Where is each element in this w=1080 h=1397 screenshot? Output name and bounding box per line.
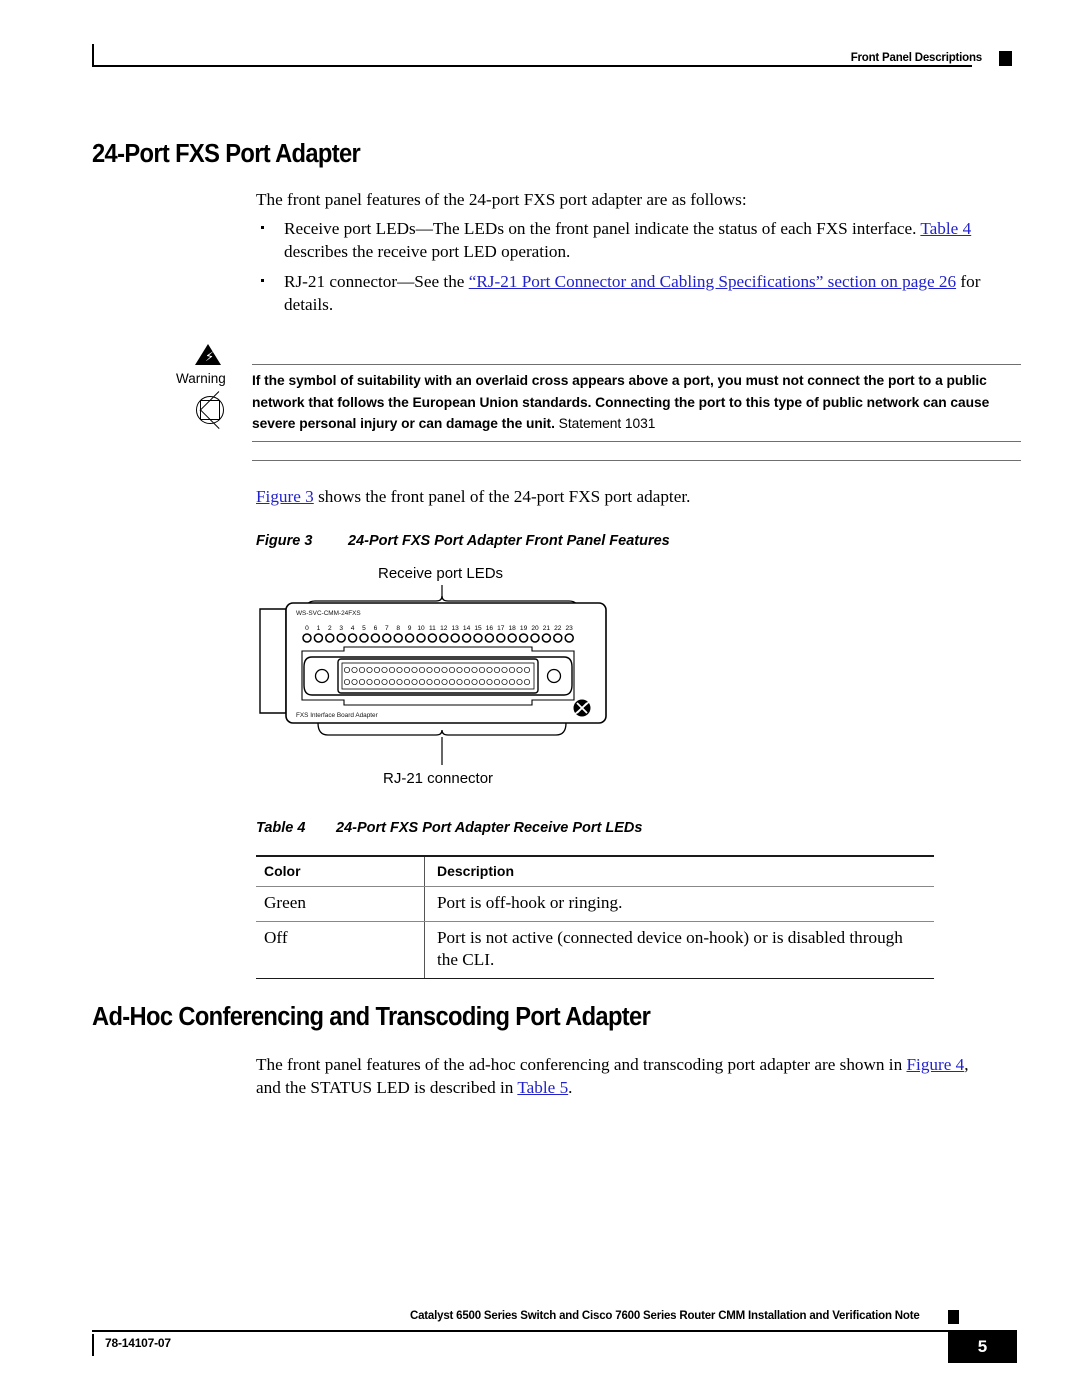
warning-rule-bottom (252, 460, 1021, 462)
page-title-fxs: 24-Port FXS Port Adapter (92, 140, 361, 168)
intro-paragraph: The front panel features of the 24-port … (256, 190, 747, 209)
table-caption: Table 4 24-Port FXS Port Adapter Receive … (256, 820, 642, 836)
warning-block: ⚡ Warning If the symbol of suitability w… (176, 342, 1021, 462)
figure-reference-paragraph: Figure 3 shows the front panel of the 24… (256, 485, 996, 508)
svg-text:16: 16 (486, 625, 494, 632)
column-header-color: Color (256, 855, 425, 887)
receive-port-leds-table: Color Description Green Port is off-hook… (256, 855, 934, 979)
svg-text:20: 20 (531, 625, 539, 632)
svg-text:WS-SVC-CMM-24FXS: WS-SVC-CMM-24FXS (296, 610, 361, 617)
warning-statement: Statement 1031 (558, 416, 656, 431)
warning-label: Warning (176, 371, 226, 386)
warning-rule-middle (252, 441, 1021, 443)
svg-text:14: 14 (463, 625, 471, 632)
svg-text:3: 3 (339, 625, 343, 632)
header-section-title: Front Panel Descriptions (850, 52, 983, 64)
svg-text:4: 4 (351, 625, 355, 632)
svg-text:19: 19 (520, 625, 528, 632)
svg-text:22: 22 (554, 625, 562, 632)
cell-color: Off (256, 921, 425, 979)
list-item: Receive port LEDs—The LEDs on the front … (261, 217, 1014, 263)
adhoc-paragraph: The front panel features of the ad-hoc c… (256, 1053, 996, 1099)
table-row: Green Port is off-hook or ringing. (256, 886, 934, 922)
figure-reference-text: shows the front panel of the 24-port FXS… (313, 487, 691, 506)
svg-text:18: 18 (509, 625, 517, 632)
svg-text:0: 0 (305, 625, 309, 632)
svg-text:21: 21 (543, 625, 551, 632)
svg-text:11: 11 (429, 625, 436, 632)
bullet-text-before: Receive port LEDs—The LEDs on the front … (284, 219, 921, 238)
link-rj21-section[interactable]: “RJ-21 Port Connector and Cabling Specif… (469, 272, 956, 291)
adhoc-text-before: The front panel features of the ad-hoc c… (256, 1055, 907, 1074)
table-row: Off Port is not active (connected device… (256, 921, 934, 979)
footer-document-title: Catalyst 6500 Series Switch and Cisco 76… (410, 1310, 920, 1322)
page-title-adhoc: Ad-Hoc Conferencing and Transcoding Port… (92, 1003, 651, 1031)
bullet-text-before: RJ-21 connector—See the (284, 272, 469, 291)
figure-front-panel-diagram: Receive port LEDs RJ-21 connector 98289 … (256, 565, 716, 795)
figure-caption-title: 24-Port FXS Port Adapter Front Panel Fea… (348, 533, 670, 549)
cell-description: Port is not active (connected device on-… (424, 921, 934, 979)
page-header: Front Panel Descriptions (92, 44, 1012, 74)
link-table-4[interactable]: Table 4 (920, 219, 971, 238)
table-header-row: Color Description (256, 855, 934, 887)
lightning-bolt-icon: ⚡ (205, 350, 215, 365)
footer-rule (92, 1330, 950, 1332)
page-footer: Catalyst 6500 Series Switch and Cisco 76… (92, 1310, 1017, 1370)
svg-text:FXS Interface Board Adapter: FXS Interface Board Adapter (296, 712, 379, 719)
panel-crossed-circle-icon (573, 699, 591, 717)
link-figure-3[interactable]: Figure 3 (256, 487, 314, 506)
bullet-marker (261, 226, 264, 229)
svg-text:10: 10 (417, 625, 425, 632)
cell-color: Green (256, 886, 425, 922)
column-header-description: Description (424, 855, 934, 887)
link-figure-4[interactable]: Figure 4 (906, 1055, 964, 1074)
figure-caption-number: Figure 3 (256, 533, 313, 549)
svg-text:6: 6 (374, 625, 378, 632)
front-panel-svg: WS-SVC-CMM-24FXS FXS Interface Board Ada… (259, 585, 607, 765)
svg-text:13: 13 (452, 625, 460, 632)
svg-text:8: 8 (396, 625, 400, 632)
header-square-marker (999, 51, 1012, 66)
header-crop-mark (92, 44, 94, 66)
list-item: RJ-21 connector—See the “RJ-21 Port Conn… (261, 270, 1014, 316)
header-rule (92, 65, 972, 67)
warning-rule-top (252, 364, 1021, 366)
cell-description: Port is off-hook or ringing. (424, 886, 934, 922)
svg-text:7: 7 (385, 625, 389, 632)
table-caption-title: 24-Port FXS Port Adapter Receive Port LE… (336, 820, 643, 836)
document-page: Front Panel Descriptions 24-Port FXS Por… (0, 0, 1080, 1397)
svg-text:5: 5 (362, 625, 366, 632)
footer-document-number: 78-14107-07 (105, 1336, 171, 1350)
svg-text:2: 2 (328, 625, 332, 632)
svg-text:12: 12 (440, 625, 448, 632)
figure-caption: Figure 3 24-Port FXS Port Adapter Front P… (256, 533, 670, 549)
svg-text:17: 17 (497, 625, 505, 632)
bullet-marker (261, 279, 264, 282)
bullet-text-after: describes the receive port LED operation… (284, 242, 571, 261)
svg-text:9: 9 (408, 625, 412, 632)
warning-text: If the symbol of suitability with an ove… (252, 370, 1022, 435)
footer-crop-mark (92, 1334, 94, 1356)
page-number: 5 (948, 1330, 1017, 1363)
footer-square-marker (948, 1310, 959, 1324)
link-table-5[interactable]: Table 5 (517, 1078, 568, 1097)
crossed-circle-icon (196, 391, 224, 430)
svg-text:1: 1 (317, 625, 321, 632)
table-caption-number: Table 4 (256, 820, 306, 836)
svg-text:15: 15 (474, 625, 482, 632)
svg-text:23: 23 (566, 625, 574, 632)
adhoc-text-after: . (568, 1078, 573, 1097)
